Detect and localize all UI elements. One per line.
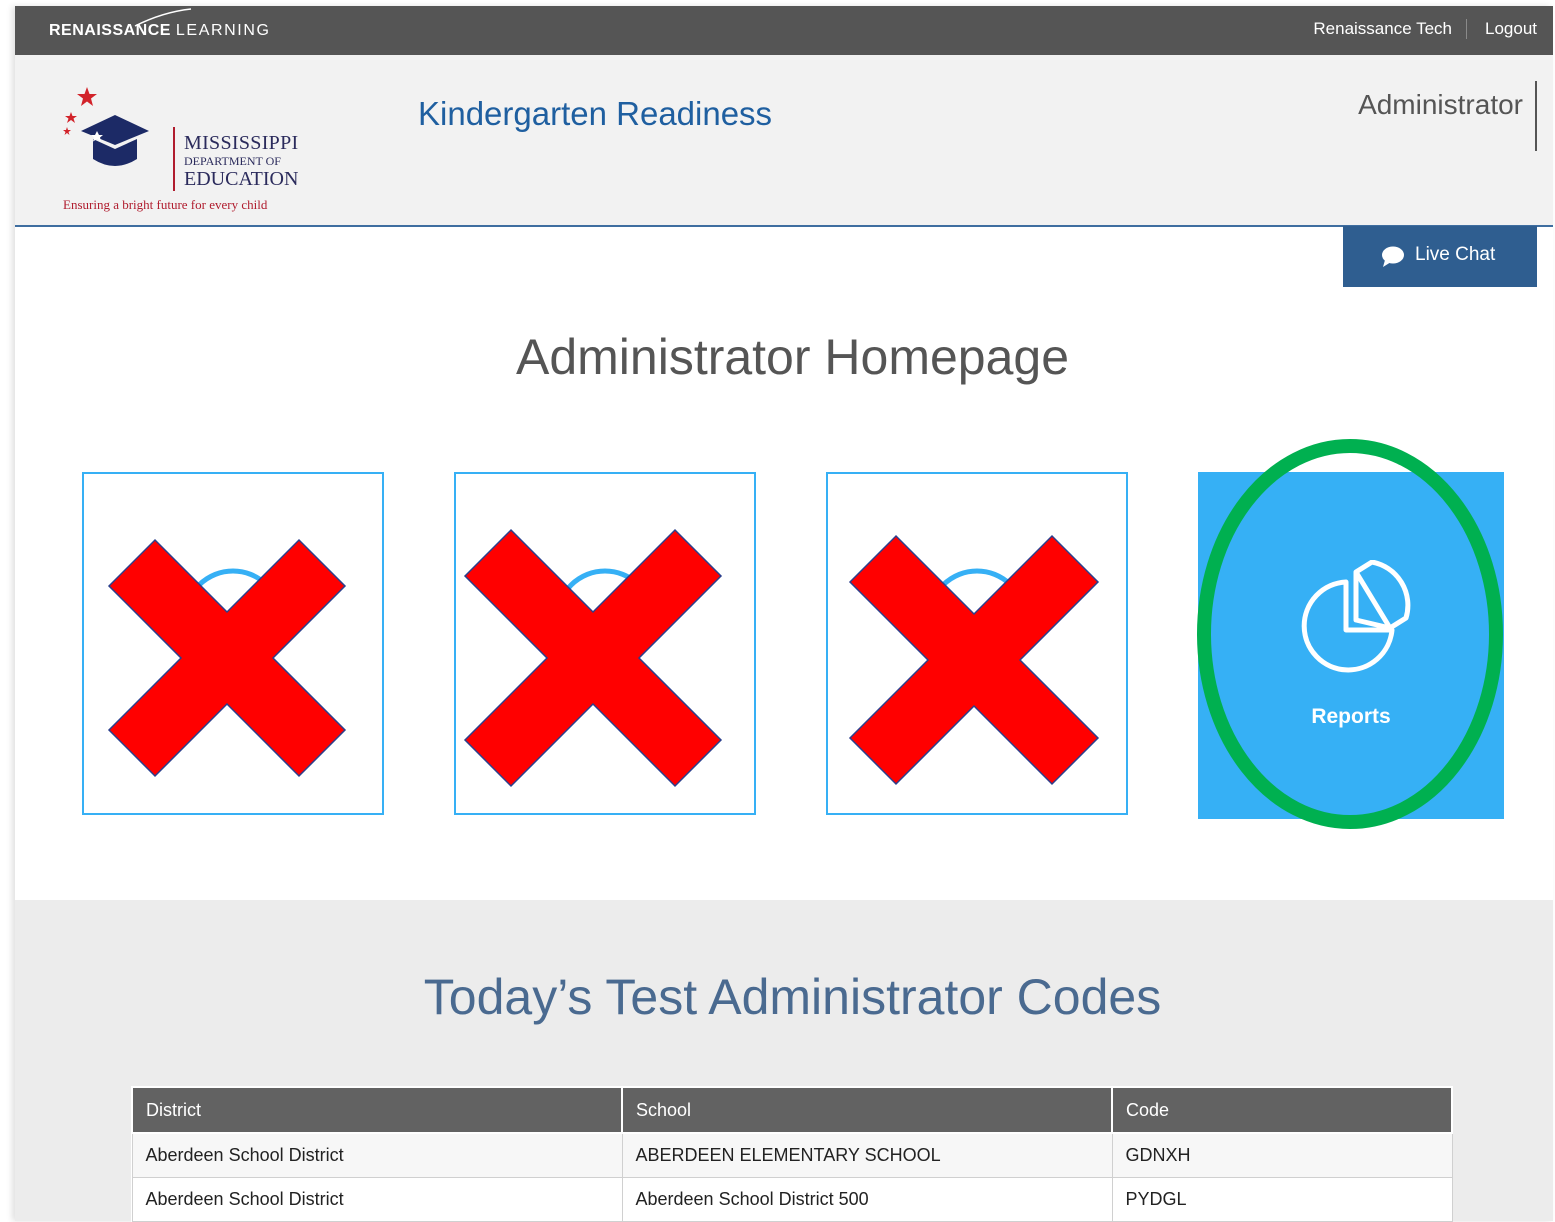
graduation-cap-icon (63, 87, 175, 191)
code-cell: GDNXH (1111, 1132, 1453, 1178)
role-divider (1535, 81, 1537, 151)
chat-bubble-icon (1382, 246, 1404, 267)
red-cross-icon (107, 538, 347, 778)
district-cell: Aberdeen School District (131, 1132, 623, 1178)
codes-title: Today’s Test Administrator Codes (423, 969, 1162, 1025)
logo-line1: MISSISSIPPI (184, 132, 299, 154)
logout-link[interactable]: Logout (1485, 19, 1537, 39)
tile-1[interactable] (82, 472, 384, 815)
district-cell: Aberdeen School District (131, 1177, 623, 1222)
logo-tagline: Ensuring a bright future for every child (63, 197, 268, 212)
top-bar: RENAISSANCE LEARNING Renaissance Tech Lo… (15, 6, 1553, 55)
user-name-link[interactable]: Renaissance Tech (1313, 19, 1452, 39)
pie-chart-icon (1301, 560, 1411, 673)
page-title: Administrator Homepage (515, 329, 1070, 385)
tile-2[interactable] (454, 472, 756, 815)
column-header-district[interactable]: District (131, 1086, 623, 1134)
live-chat-button[interactable]: Live Chat (1343, 226, 1537, 287)
app-title: Kindergarten Readiness (418, 95, 773, 132)
codes-section: Today’s Test Administrator Codes Distric… (15, 900, 1553, 1222)
topbar-divider (1466, 19, 1467, 39)
red-cross-icon (848, 534, 1100, 786)
logo-line3: EDUCATION (184, 168, 299, 190)
table-header-row: District School Code (131, 1086, 1453, 1134)
column-header-school[interactable]: School (621, 1086, 1113, 1134)
school-cell: ABERDEEN ELEMENTARY SCHOOL (621, 1132, 1113, 1178)
logo-line2: DEPARTMENT OF (184, 154, 281, 168)
codes-table: District School Code Aberdeen School Dis… (131, 1086, 1453, 1222)
table-row: Aberdeen School District ABERDEEN ELEMEN… (131, 1132, 1453, 1178)
table-row: Aberdeen School District Aberdeen School… (131, 1177, 1453, 1222)
mde-logo[interactable]: MISSISSIPPI DEPARTMENT OF EDUCATION Ensu… (63, 79, 313, 212)
red-cross-icon (463, 528, 723, 788)
reports-label: Reports (1311, 705, 1391, 728)
header: MISSISSIPPI DEPARTMENT OF EDUCATION Ensu… (15, 55, 1553, 227)
swoosh-icon (134, 8, 192, 27)
column-header-code[interactable]: Code (1111, 1086, 1453, 1134)
code-cell: PYDGL (1111, 1177, 1453, 1222)
live-chat-label: Live Chat (1415, 244, 1496, 265)
reports-tile[interactable]: Reports (1198, 472, 1504, 819)
role-label[interactable]: Administrator (1358, 89, 1523, 121)
page: RENAISSANCE LEARNING Renaissance Tech Lo… (15, 6, 1553, 1222)
tile-3[interactable] (826, 472, 1128, 815)
school-cell: Aberdeen School District 500 (621, 1177, 1113, 1222)
